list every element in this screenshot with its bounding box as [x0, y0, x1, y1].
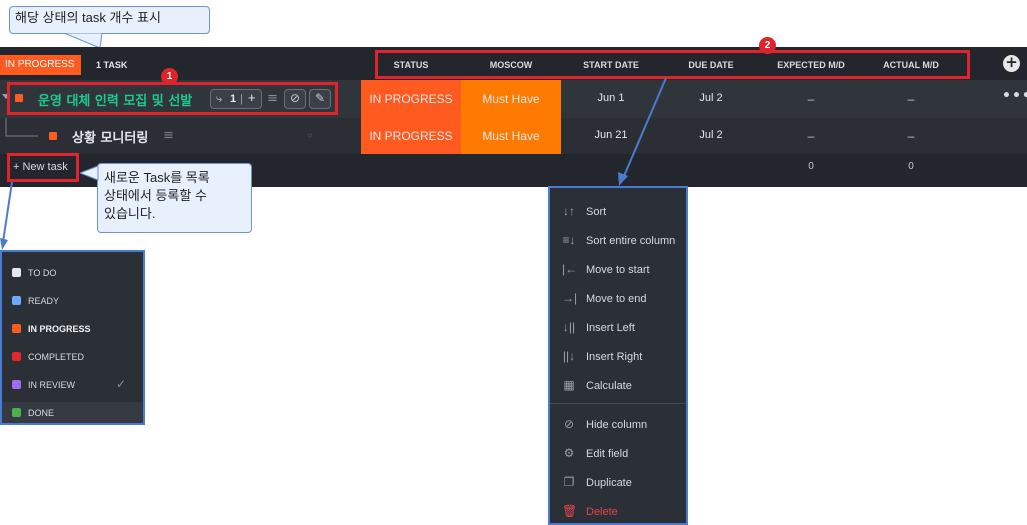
new-task-highlight [7, 153, 79, 182]
trash-icon: 🗑 [562, 504, 578, 518]
menu-hide-column[interactable]: ⊘ Hide column [562, 414, 647, 434]
eye-off-icon: ⊘ [563, 417, 575, 431]
group-task-count: 1 TASK [96, 60, 128, 70]
subtask-status-dot[interactable] [49, 132, 57, 140]
menu-sort[interactable]: ↓↑ Sort [562, 201, 606, 221]
status-option-label: READY [28, 296, 60, 306]
badge-2: 2 [759, 37, 776, 54]
menu-edit-label: Edit field [586, 448, 629, 460]
expected-md[interactable]: – [761, 92, 861, 106]
group-status-label: IN PROGRESS [5, 59, 75, 70]
menu-sort-label: Sort [586, 206, 607, 218]
menu-duplicate[interactable]: ❐ Duplicate [562, 472, 632, 492]
menu-sort-entire-label: Sort entire column [586, 235, 676, 247]
menu-move-to-end[interactable]: →| Move to end [562, 288, 647, 308]
subtask-actual-md[interactable]: – [861, 129, 961, 143]
subtask-due-date[interactable]: Jul 2 [661, 129, 761, 141]
move-end-icon: →| [562, 291, 578, 305]
plus-icon: + [1005, 53, 1018, 71]
more-options-icon[interactable]: ••• [1002, 88, 1027, 104]
add-column-button[interactable]: + [1003, 53, 1020, 72]
menu-delete-label: Delete [586, 506, 618, 518]
menu-edit-field[interactable]: ⚙ Edit field [562, 443, 629, 463]
status-option-label: COMPLETED [28, 352, 85, 362]
move-start-icon: |← [562, 262, 578, 276]
menu-insert-left[interactable]: ↓|| Insert Left [562, 317, 635, 337]
menu-insert-left-label: Insert Left [586, 322, 635, 334]
task-row-highlight [7, 82, 338, 115]
menu-sort-entire-column[interactable]: ≡↓ Sort entire column [562, 230, 675, 250]
arrow-to-status-menu [0, 181, 13, 250]
arrow-to-column-menu [618, 77, 667, 186]
check-circle-icon: ✓ [116, 377, 127, 391]
group-status-pill[interactable]: IN PROGRESS [0, 55, 81, 75]
status-swatch [12, 268, 21, 277]
subtask-name[interactable]: 상황 모니터링 [72, 127, 148, 146]
subtask-description-icon[interactable]: ≡ [163, 128, 174, 143]
menu-move-start-label: Move to start [586, 264, 650, 276]
actual-total: 0 [908, 161, 914, 172]
subtask-expected-md[interactable]: – [761, 129, 861, 143]
subtask-moscow-value: Must Have [482, 129, 540, 143]
task-count-callout: 해당 상태의 task 개수 표시 [9, 6, 210, 34]
menu-delete[interactable]: 🗑 Delete [562, 501, 618, 521]
calculator-icon: ▦ [563, 378, 575, 392]
status-option-in-review[interactable]: IN REVIEW [12, 376, 75, 394]
status-option-done[interactable]: DONE [12, 404, 54, 422]
status-swatch [12, 352, 21, 361]
subtask-assignee-icon[interactable]: ⚬ [305, 129, 315, 143]
subtask-connector [5, 118, 38, 137]
status-option-label: TO DO [28, 268, 57, 278]
copy-icon: ❐ [563, 475, 575, 489]
expected-total: 0 [808, 161, 814, 172]
callout-pointer-2 [80, 165, 99, 181]
badge-1: 1 [161, 68, 178, 85]
insert-right-icon: ||↓ [562, 349, 576, 363]
status-swatch [12, 408, 21, 417]
sort-icon: ↓↑ [563, 204, 575, 218]
menu-insert-right-label: Insert Right [586, 351, 643, 363]
menu-calculate-label: Calculate [586, 380, 632, 392]
status-option-label: IN REVIEW [28, 380, 76, 390]
status-option-in-progress[interactable]: IN PROGRESS [12, 320, 91, 338]
task-count-callout-text: 해당 상태의 task 개수 표시 [15, 10, 161, 25]
menu-move-end-label: Move to end [586, 293, 647, 305]
status-option-ready[interactable]: READY [12, 292, 59, 310]
status-option-label: DONE [28, 408, 55, 418]
moscow-value: Must Have [482, 92, 540, 106]
status-swatch [12, 324, 21, 333]
menu-duplicate-label: Duplicate [586, 477, 632, 489]
status-swatch [12, 380, 21, 389]
due-date[interactable]: Jul 2 [661, 92, 761, 104]
status-option-label: IN PROGRESS [28, 324, 91, 334]
actual-md[interactable]: – [861, 92, 961, 106]
insert-left-icon: ↓|| [562, 320, 576, 334]
status-swatch [12, 296, 21, 305]
new-task-callout: 새로운 Task를 목록 상태에서 등록할 수 있습니다. [97, 163, 252, 233]
menu-hide-label: Hide column [586, 419, 648, 431]
status-option-todo[interactable]: TO DO [12, 264, 56, 282]
new-task-callout-line3: 있습니다. [104, 206, 156, 221]
menu-move-to-start[interactable]: |← Move to start [562, 259, 650, 279]
menu-divider [550, 403, 686, 404]
gear-icon: ⚙ [563, 446, 575, 460]
column-menu: ↓↑ Sort ≡↓ Sort entire column |← Move to st… [548, 186, 688, 525]
menu-insert-right[interactable]: ||↓ Insert Right [562, 346, 642, 366]
new-task-callout-line2: 상태에서 등록할 수 [104, 188, 207, 203]
menu-calculate[interactable]: ▦ Calculate [562, 375, 632, 395]
subtask-status-value: IN PROGRESS [369, 129, 453, 143]
new-task-callout-line1: 새로운 Task를 목록 [104, 170, 210, 185]
column-header-highlight [375, 50, 970, 79]
status-value: IN PROGRESS [369, 92, 453, 106]
status-menu: TO DO READY IN PROGRESS COMPLETED IN REV… [0, 250, 145, 425]
sort-column-icon: ≡↓ [562, 233, 576, 247]
status-option-completed[interactable]: COMPLETED [12, 348, 84, 366]
